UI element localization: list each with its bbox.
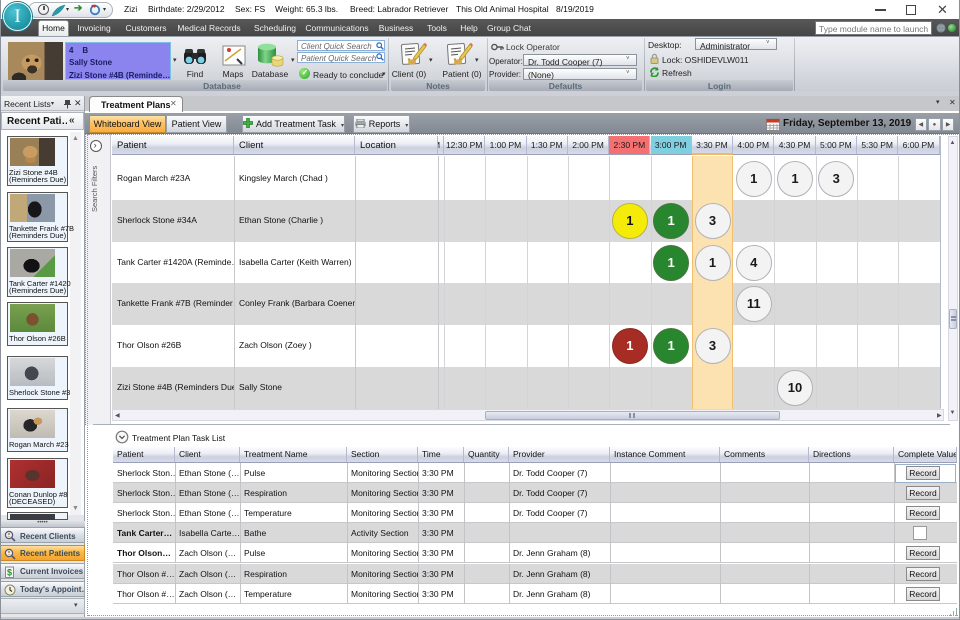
svg-text:$: $ bbox=[7, 567, 12, 577]
